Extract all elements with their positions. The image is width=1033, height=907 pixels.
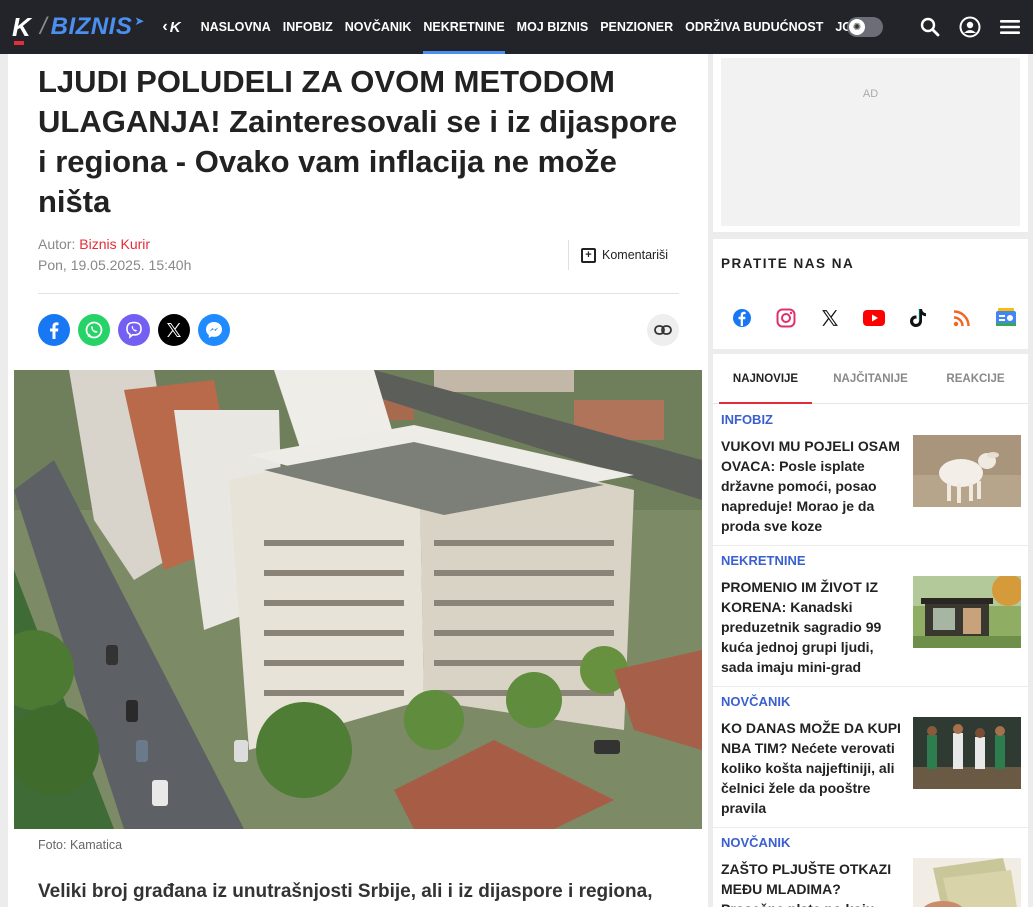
kurir-k-logo: K [169,18,181,36]
tab-najnovije[interactable]: NAJNOVIJE [713,354,818,404]
comment-button[interactable]: + Komentariši [568,240,668,270]
ad-slot: AD [713,54,1028,232]
nav-item-label: NOVČANIK [344,20,412,34]
article-author: Autor: Biznis Kurir [38,236,150,252]
menu-icon[interactable] [999,16,1021,38]
news-thumbnail-lamb[interactable] [913,435,1021,507]
comment-label: Komentariši [602,248,668,262]
logo-arrow-icon: ➤ [134,14,145,28]
article-main: LJUDI POLUDELI ZA OVOM METODOM ULAGANJA!… [8,54,708,907]
youtube-icon[interactable] [861,305,887,331]
x-icon[interactable] [817,305,843,331]
news-separator [713,827,1028,828]
follow-us-widget: PRATITE NAS NA [713,239,1028,349]
news-title[interactable]: PROMENIO IM ŽIVOT IZ KORENA: Kanadski pr… [721,577,905,677]
tab-label: REAKCIJE [946,372,1005,385]
top-navigation-bar: K / BIZNIS ➤ ‹ K NASLOVNA INFOBIZ NOVČAN… [0,0,1033,54]
tiktok-icon[interactable] [905,305,931,331]
whatsapp-share-icon[interactable] [78,314,110,346]
messenger-share-icon[interactable] [198,314,230,346]
news-separator [713,545,1028,546]
news-category[interactable]: NOVČANIK [721,694,790,709]
logo-k: K [12,12,34,45]
author-link[interactable]: Biznis Kurir [79,236,150,252]
rss-icon[interactable] [949,305,975,331]
nav-item-nekretnine[interactable]: NEKRETNINE [417,0,510,54]
article-lead: Veliki broj građana iz unutrašnjosti Srb… [38,881,653,902]
article-date: Pon, 19.05.2025. 15:40h [38,257,192,273]
tab-label: NAJNOVIJE [732,372,799,385]
search-icon[interactable] [919,16,941,38]
article-headline: LJUDI POLUDELI ZA OVOM METODOM ULAGANJA!… [38,64,678,219]
nav-item-label: INFOBIZ [282,20,333,34]
nav-item-infobiz[interactable]: INFOBIZ [277,0,339,54]
share-buttons [38,314,238,346]
biznis-logo[interactable]: K / BIZNIS ➤ [12,0,144,54]
nav-item-label: NEKRETNINE [423,20,505,34]
news-category[interactable]: INFOBIZ [721,412,773,427]
follow-title: PRATITE NAS NA [721,256,855,271]
news-separator [713,686,1028,687]
back-to-kurir-link[interactable]: ‹ K [162,18,180,36]
google-news-icon[interactable] [993,305,1019,331]
nav-item-label: NASLOVNA [200,20,271,34]
comment-plus-icon: + [581,247,596,263]
news-category[interactable]: NOVČANIK [721,835,790,850]
ad-label: AD [862,88,879,100]
news-tabs: NAJNOVIJE NAJČITANIJE REAKCIJE [713,354,1028,404]
news-title[interactable]: KO DANAS MOŽE DA KUPI NBA TIM? Nećete ve… [721,718,905,818]
news-thumbnail-money[interactable] [913,858,1021,907]
image-caption: Foto: Kamatica [38,838,123,852]
nav-item-label: PENZIONER [600,20,674,34]
copy-link-icon[interactable] [647,314,679,346]
facebook-icon[interactable] [729,305,755,331]
main-nav: NASLOVNA INFOBIZ NOVČANIK NEKRETNINE MOJ… [195,0,881,54]
tab-najcitanije[interactable]: NAJČITANIJE [818,354,923,403]
divider [38,293,679,294]
nav-item-moj-biznis[interactable]: MOJ BIZNIS [511,0,595,54]
news-title[interactable]: VUKOVI MU POJELI OSAM OVACA: Posle ispla… [721,436,905,536]
hero-image [14,370,702,829]
latest-news-widget: NAJNOVIJE NAJČITANIJE REAKCIJE INFOBIZ V… [713,354,1028,907]
news-category[interactable]: NEKRETNINE [721,553,806,568]
theme-toggle[interactable]: ✺ [847,17,883,37]
nav-item-novcanik[interactable]: NOVČANIK [339,0,418,54]
nav-item-odrziva-buducnost[interactable]: ODRŽIVA BUDUĆNOST [679,0,829,54]
viber-share-icon[interactable] [118,314,150,346]
social-links [729,305,1019,331]
chevron-left-icon: ‹ [162,18,168,35]
news-thumbnail-house[interactable] [913,576,1021,648]
facebook-share-icon[interactable] [38,314,70,346]
sun-icon: ✺ [849,19,865,35]
instagram-icon[interactable] [773,305,799,331]
header-tools: ✺ [847,0,1021,54]
x-share-icon[interactable] [158,314,190,346]
user-icon[interactable] [959,16,981,38]
nav-item-label: MOJ BIZNIS [516,20,589,34]
nav-item-naslovna[interactable]: NASLOVNA [195,0,277,54]
logo-separator: / [40,13,47,40]
news-thumbnail-basketball[interactable] [913,717,1021,789]
logo-wordmark: BIZNIS [50,13,133,40]
news-title[interactable]: ZAŠTO PLJUŠTE OTKAZI MEĐU MLADIMA? Prose… [721,859,905,907]
nav-item-label: ODRŽIVA BUDUĆNOST [685,20,824,34]
tab-label: NAJČITANIJE [833,372,908,385]
ad-placeholder: AD [721,58,1020,226]
author-prefix: Autor: [38,236,80,252]
nav-item-penzioner[interactable]: PENZIONER [594,0,679,54]
tab-reakcije[interactable]: REAKCIJE [923,354,1028,403]
